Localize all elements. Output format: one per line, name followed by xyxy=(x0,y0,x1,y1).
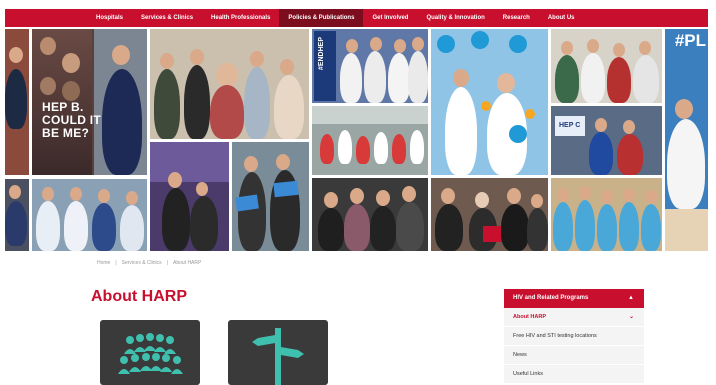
photo-tile-hepb-poster: HEP B. COULD IT BE ME? xyxy=(32,29,147,175)
sidebar-item-label: News xyxy=(513,352,527,358)
breadcrumb: Home | Services & Clinics | About HARP xyxy=(97,260,201,266)
hashtag-text: #PL xyxy=(674,31,706,50)
breadcrumb-home[interactable]: Home xyxy=(97,260,110,266)
nav-item-quality-innovation[interactable]: Quality & Innovation xyxy=(417,9,493,27)
sidebar-nav: HIV and Related Programs ▲ About HARP ⌄ … xyxy=(504,289,644,384)
signpost-icon-tile xyxy=(228,320,328,385)
chevron-down-icon: ⌄ xyxy=(628,314,634,320)
chevron-up-icon: ▲ xyxy=(628,295,634,301)
breadcrumb-services-clinics[interactable]: Services & Clinics xyxy=(122,260,162,266)
hero-photo-collage: HEP B. COULD IT BE ME? #ENDHEP HEP C #PL xyxy=(5,29,708,254)
endhep-banner-text: #ENDHEP xyxy=(318,37,325,71)
breadcrumb-separator: | xyxy=(166,260,168,266)
page-title: About HARP xyxy=(91,288,187,305)
photo-tile-endhep: #ENDHEP xyxy=(312,29,428,103)
signpost-icon xyxy=(252,328,304,385)
sidebar-item-testing-locations[interactable]: Free HIV and STI testing locations xyxy=(504,327,644,346)
photo-tile xyxy=(431,29,548,175)
breadcrumb-current: About HARP xyxy=(172,260,202,266)
sidebar-header[interactable]: HIV and Related Programs ▲ xyxy=(504,289,644,308)
photo-tile xyxy=(312,106,428,175)
photo-tile xyxy=(150,142,229,251)
sidebar-item-useful-links[interactable]: Useful Links xyxy=(504,365,644,384)
photo-tile: #PL xyxy=(665,29,708,251)
hepb-poster-text: HEP B. COULD IT BE ME? xyxy=(42,101,101,140)
nav-item-hospitals[interactable]: Hospitals xyxy=(87,9,132,27)
nav-item-about-us[interactable]: About Us xyxy=(539,9,584,27)
page-frame: Hospitals Services & Clinics Health Prof… xyxy=(5,0,708,385)
nav-item-services-clinics[interactable]: Services & Clinics xyxy=(132,9,202,27)
nav-item-research[interactable]: Research xyxy=(494,9,539,27)
photo-tile xyxy=(32,179,147,251)
sidebar-item-news[interactable]: News xyxy=(504,346,644,365)
sidebar-item-label: About HARP xyxy=(513,314,546,320)
sidebar-item-label: Useful Links xyxy=(513,371,543,377)
sidebar-item-about-harp[interactable]: About HARP ⌄ xyxy=(504,308,644,327)
photo-tile xyxy=(150,29,309,139)
photo-tile xyxy=(5,179,29,251)
nav-item-policies-publications[interactable]: Policies & Publications xyxy=(279,9,364,27)
sidebar-header-label: HIV and Related Programs xyxy=(513,295,589,301)
hepc-sign-text: HEP C xyxy=(559,122,581,129)
sidebar-item-label: Free HIV and STI testing locations xyxy=(513,333,597,339)
photo-tile-hepc: HEP C xyxy=(551,106,662,175)
photo-tile xyxy=(551,178,662,251)
main-nav: Hospitals Services & Clinics Health Prof… xyxy=(5,9,708,27)
photo-tile xyxy=(312,178,428,251)
nav-item-health-professionals[interactable]: Health Professionals xyxy=(202,9,279,27)
photo-tile xyxy=(232,142,309,251)
nav-item-get-involved[interactable]: Get Involved xyxy=(363,9,417,27)
photo-tile xyxy=(551,29,662,103)
photo-tile xyxy=(5,29,29,175)
community-icon-tile xyxy=(100,320,200,385)
hepb-line-3: BE ME? xyxy=(42,126,90,140)
people-group-icon xyxy=(118,333,183,374)
photo-tile xyxy=(431,178,548,251)
breadcrumb-separator: | xyxy=(115,260,117,266)
